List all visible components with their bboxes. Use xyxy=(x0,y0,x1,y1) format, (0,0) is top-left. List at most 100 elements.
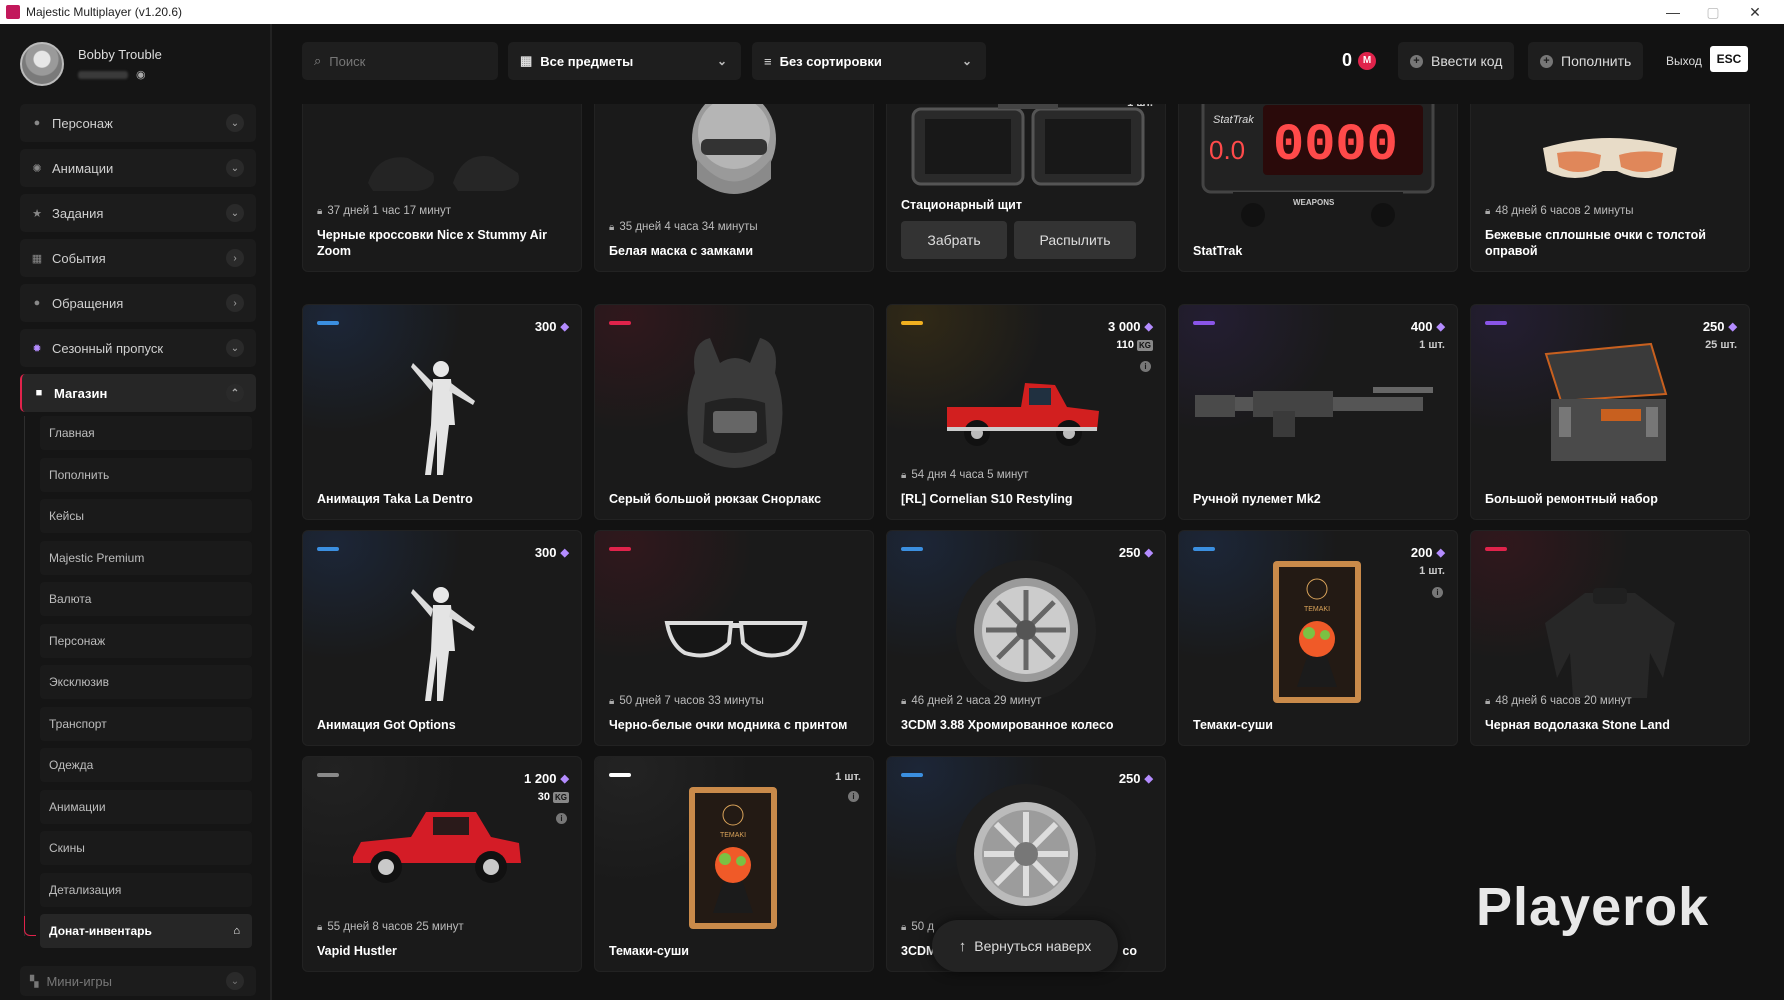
chevron-down-icon: ⌄ xyxy=(226,159,244,177)
submenu-item-label: Донат-инвентарь xyxy=(49,924,152,938)
window-title: Majestic Multiplayer (v1.20.6) xyxy=(26,5,183,19)
item-name: Бежевые сплошные очки с толстой оправой xyxy=(1485,227,1735,259)
submenu-item-cases[interactable]: Кейсы xyxy=(40,499,252,533)
submenu-item-donate-inventory[interactable]: Донат-инвентарь ⌂ xyxy=(40,914,252,948)
dissolve-button[interactable]: Распылить xyxy=(1014,221,1136,259)
item-name: Черно-белые очки модника с принтом xyxy=(609,717,859,733)
item-card[interactable]: TEMAKI 1 шт. i Темаки-суши xyxy=(594,756,874,972)
profile[interactable]: Bobby Trouble ◉ xyxy=(20,42,162,86)
info-icon[interactable]: i xyxy=(556,813,567,824)
grid-icon: ▚ xyxy=(30,975,39,988)
sort-dropdown[interactable]: ≡ Без сортировки ⌄ xyxy=(752,42,986,80)
item-timer: 🔒︎ 48 дней 6 часов 20 минут xyxy=(1485,695,1632,707)
item-image xyxy=(341,797,531,902)
shop-submenu: Главная Пополнить Кейсы Majestic Premium… xyxy=(20,416,260,956)
esc-button[interactable]: ESC xyxy=(1710,46,1748,72)
gem-icon: ◆ xyxy=(1436,547,1445,559)
rarity-indicator xyxy=(901,547,923,551)
item-name: StatTrak xyxy=(1193,243,1443,259)
item-card[interactable]: 1 шт. Стационарный щит ЗабратьРаспылить xyxy=(886,104,1166,272)
rarity-indicator xyxy=(1485,547,1507,551)
scroll-top-button[interactable]: ↑ Вернуться наверх xyxy=(932,920,1118,972)
maximize-icon[interactable]: ▢ xyxy=(1692,0,1734,24)
item-card[interactable]: Бежевые сплошные очки с толстой оправой 🔒… xyxy=(1470,104,1750,272)
price-value: 300 xyxy=(534,545,557,560)
item-image: TEMAKI xyxy=(1269,557,1365,712)
price-value: 250 xyxy=(1702,319,1725,334)
item-image xyxy=(903,104,1153,204)
lock-icon: 🔒︎ xyxy=(1485,205,1491,217)
sidebar-item-character[interactable]: ● Персонаж ⌄ xyxy=(20,104,256,142)
window-titlebar: Majestic Multiplayer (v1.20.6) — ▢ ✕ xyxy=(0,0,1784,24)
search-input[interactable]: ⌕ Поиск xyxy=(302,42,498,80)
submenu-item-animations[interactable]: Анимации xyxy=(40,789,252,824)
price-value: 300 xyxy=(534,319,557,334)
item-card[interactable]: TEMAKI 200 ◆ 1 шт. i Темаки-суши xyxy=(1178,530,1458,746)
sidebar-item-quests[interactable]: ★ Задания ⌄ xyxy=(20,194,256,232)
topup-label: Пополнить xyxy=(1561,53,1632,69)
item-name-text: [RL] Cornelian S10 Restyling xyxy=(901,492,1073,506)
sidebar-item-shop[interactable]: ■ Магазин ⌃ xyxy=(20,374,256,412)
item-card[interactable]: Серый большой рюкзак Снорлакс xyxy=(594,304,874,520)
item-name-text: Анимация Taka La Dentro xyxy=(317,492,473,506)
filter-dropdown[interactable]: ▦ Все предметы ⌄ xyxy=(508,42,741,80)
submenu-item-transport[interactable]: Транспорт xyxy=(40,706,252,741)
item-card[interactable]: Черная водолазка Stone Land 🔒︎ 48 дней 6 ч… xyxy=(1470,530,1750,746)
item-image: StatTrak 0000 0.0 WEAPONS xyxy=(1193,104,1443,242)
sidebar-item-animations[interactable]: ✺ Анимации ⌄ xyxy=(20,149,256,187)
item-card[interactable]: 250 ◆ 25 шт. Большой ремонтный набор xyxy=(1470,304,1750,520)
timer-value: 54 дня 4 часа 5 минут xyxy=(911,469,1029,481)
timer-value: 50 дней 7 часов 33 минуты xyxy=(619,695,764,707)
item-card[interactable]: Черные кроссовки Nice x Stummy Air Zoom 🔒… xyxy=(302,104,582,272)
sidebar-item-events[interactable]: ▦ События › xyxy=(20,239,256,277)
price-value: 250 xyxy=(1118,545,1141,560)
close-icon[interactable]: ✕ xyxy=(1734,0,1776,24)
item-name: Ручной пулемет Mk2 xyxy=(1193,491,1443,507)
item-card[interactable]: 300 ◆ Анимация Got Options xyxy=(302,530,582,746)
submenu-item-main[interactable]: Главная xyxy=(40,416,252,450)
take-button[interactable]: Забрать xyxy=(901,221,1007,259)
info-icon[interactable]: i xyxy=(848,791,859,802)
app-icon xyxy=(6,5,20,19)
chevron-down-icon: ⌄ xyxy=(961,54,972,68)
info-icon[interactable]: i xyxy=(1432,587,1443,598)
submenu-item-detailing[interactable]: Детализация xyxy=(40,872,252,907)
item-timer: 🔒︎ 37 дней 1 час 17 минут xyxy=(317,205,451,217)
enter-code-button[interactable]: + Ввести код xyxy=(1398,42,1515,80)
topup-button[interactable]: + Пополнить xyxy=(1528,42,1644,80)
submenu-item-clothing[interactable]: Одежда xyxy=(40,748,252,782)
submenu-item-skins[interactable]: Скины xyxy=(40,831,252,865)
sidebar-item-minigames[interactable]: ▚ Мини-игры ⌄ xyxy=(20,966,256,996)
item-card[interactable]: 3 000 ◆ 110 KG i [RL] Cornelian S10 Restyling… xyxy=(886,304,1166,520)
item-name: Большой ремонтный набор xyxy=(1485,491,1735,507)
submenu-item-exclusive[interactable]: Эксклюзив xyxy=(40,665,252,699)
sidebar-item-season-pass[interactable]: ✹ Сезонный пропуск ⌄ xyxy=(20,329,256,367)
item-card[interactable]: Белая маска с замками 🔒︎ 35 дней 4 часа 34… xyxy=(594,104,874,272)
sidebar-item-label: Обращения xyxy=(52,295,124,311)
item-weight: 30 KG xyxy=(538,791,569,803)
rarity-indicator xyxy=(609,321,631,325)
item-quantity: 1 шт. xyxy=(1127,104,1153,109)
submenu-item-currency[interactable]: Валюта xyxy=(40,582,252,616)
minimize-icon[interactable]: — xyxy=(1652,0,1694,24)
item-card[interactable]: StatTrak 0000 0.0 WEAPONS StatTrak xyxy=(1178,104,1458,272)
submenu-item-character[interactable]: Персонаж xyxy=(40,623,252,658)
item-card[interactable]: 250 ◆ 3CDM 3.88 Хромированное колесо 🔒︎ 46 д… xyxy=(886,530,1166,746)
item-price: 250 ◆ xyxy=(1703,319,1737,334)
rarity-indicator xyxy=(1485,321,1507,325)
item-card[interactable]: Черно-белые очки модника с принтом 🔒︎ 50 д… xyxy=(594,530,874,746)
hidden-id xyxy=(78,70,128,79)
gem-icon: ◆ xyxy=(1728,321,1737,333)
submenu-item-premium[interactable]: Majestic Premium xyxy=(40,540,252,575)
submenu-item-topup[interactable]: Пополнить xyxy=(40,457,252,492)
item-image xyxy=(1193,381,1443,446)
eye-icon[interactable]: ◉ xyxy=(136,68,146,81)
item-name-text: Темаки-суши xyxy=(609,944,689,958)
info-icon[interactable]: i xyxy=(1140,361,1151,372)
sidebar-item-tickets[interactable]: ● Обращения › xyxy=(20,284,256,322)
item-name-text: Белая маска с замками xyxy=(609,244,754,258)
item-card[interactable]: 400 ◆ 1 шт. Ручной пулемет Mk2 xyxy=(1178,304,1458,520)
price-value: 3 000 xyxy=(1107,319,1141,334)
item-card[interactable]: 300 ◆ Анимация Taka La Dentro xyxy=(302,304,582,520)
item-card[interactable]: 1 200 ◆ 30 KG i Vapid Hustler 🔒︎ 55 дней 8 часо… xyxy=(302,756,582,972)
